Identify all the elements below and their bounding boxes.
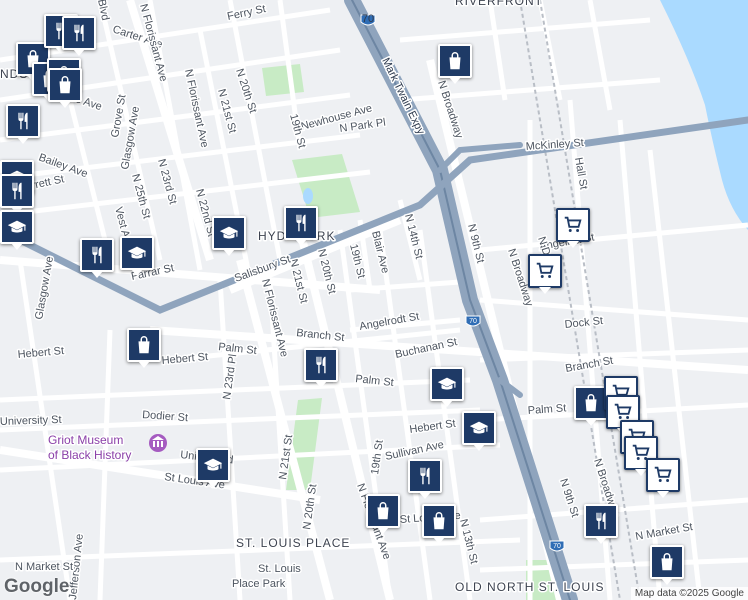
i70-shield-south: 70 — [549, 540, 565, 552]
school-icon — [436, 373, 458, 395]
restaurant-marker-4[interactable] — [0, 174, 34, 214]
school-icon — [202, 454, 224, 476]
n-market-st-label: N Market St — [15, 561, 73, 573]
restaurant-icon — [414, 465, 436, 487]
shopping-marker-8[interactable] — [422, 504, 456, 544]
restaurant-icon — [290, 212, 312, 234]
shopping-icon — [54, 74, 76, 96]
restaurant-marker-2[interactable] — [62, 16, 96, 56]
university-st-label: University St — [0, 414, 62, 428]
shopping-marker-9[interactable] — [438, 44, 472, 84]
school-marker-6[interactable] — [462, 411, 496, 451]
shopping-marker-6[interactable] — [574, 386, 608, 426]
grocery-icon — [562, 214, 584, 236]
i70-shield-north: 70 — [360, 13, 376, 26]
shopping-marker-4[interactable] — [48, 68, 82, 108]
grocery-icon — [652, 464, 674, 486]
i70-shield-mid: 70 — [465, 315, 481, 327]
restaurant-icon — [6, 180, 28, 202]
riverfront-label: RIVERFRONT — [455, 0, 543, 8]
old-north-label: OLD NORTH ST. LOUIS — [455, 580, 604, 594]
griot-museum-line1: Griot Museum — [48, 433, 123, 447]
shopping-icon — [372, 500, 394, 522]
museum-icon — [149, 434, 167, 452]
shopping-icon — [428, 510, 450, 532]
school-icon — [6, 216, 28, 238]
restaurant-icon — [590, 510, 612, 532]
restaurant-marker-3[interactable] — [6, 104, 40, 144]
school-icon — [218, 222, 240, 244]
grocery-marker-7[interactable] — [646, 458, 680, 498]
shopping-icon — [656, 551, 678, 573]
restaurant-marker-7[interactable] — [304, 348, 338, 388]
grocery-icon — [534, 260, 556, 282]
google-logo: Google — [4, 576, 70, 597]
i70-shield-south-label: 70 — [553, 543, 561, 550]
restaurant-icon — [12, 110, 34, 132]
restaurant-icon — [68, 22, 90, 44]
st-louis-place-label: ST. LOUIS PLACE — [236, 536, 350, 550]
restaurant-icon — [310, 354, 332, 376]
i70-shield-mid-label: 70 — [469, 318, 477, 325]
restaurant-marker-9[interactable] — [584, 504, 618, 544]
park-label-line2: Place Park — [232, 578, 286, 590]
park-label-line1: St. Louis — [258, 563, 301, 575]
school-marker-3[interactable] — [120, 236, 154, 276]
school-marker-2[interactable] — [0, 210, 34, 250]
school-marker-7[interactable] — [196, 448, 230, 488]
shopping-marker-5[interactable] — [127, 328, 161, 368]
shopping-marker-10[interactable] — [650, 545, 684, 585]
restaurant-marker-6[interactable] — [284, 206, 318, 246]
shopping-icon — [580, 392, 602, 414]
restaurant-marker-5[interactable] — [80, 238, 114, 278]
school-marker-4[interactable] — [212, 216, 246, 256]
school-icon — [468, 417, 490, 439]
map-attribution[interactable]: Map data ©2025 Google — [630, 587, 748, 600]
griot-museum-line2: of Black History — [48, 448, 131, 462]
shopping-marker-7[interactable] — [366, 494, 400, 534]
grocery-marker-1[interactable] — [556, 208, 590, 248]
restaurant-icon — [86, 244, 108, 266]
school-icon — [126, 242, 148, 264]
shopping-icon — [444, 50, 466, 72]
i70-shield-north-label: 70 — [362, 13, 374, 25]
shopping-icon — [133, 334, 155, 356]
grocery-marker-2[interactable] — [528, 254, 562, 294]
school-marker-5[interactable] — [430, 367, 464, 407]
restaurant-marker-8[interactable] — [408, 459, 442, 499]
